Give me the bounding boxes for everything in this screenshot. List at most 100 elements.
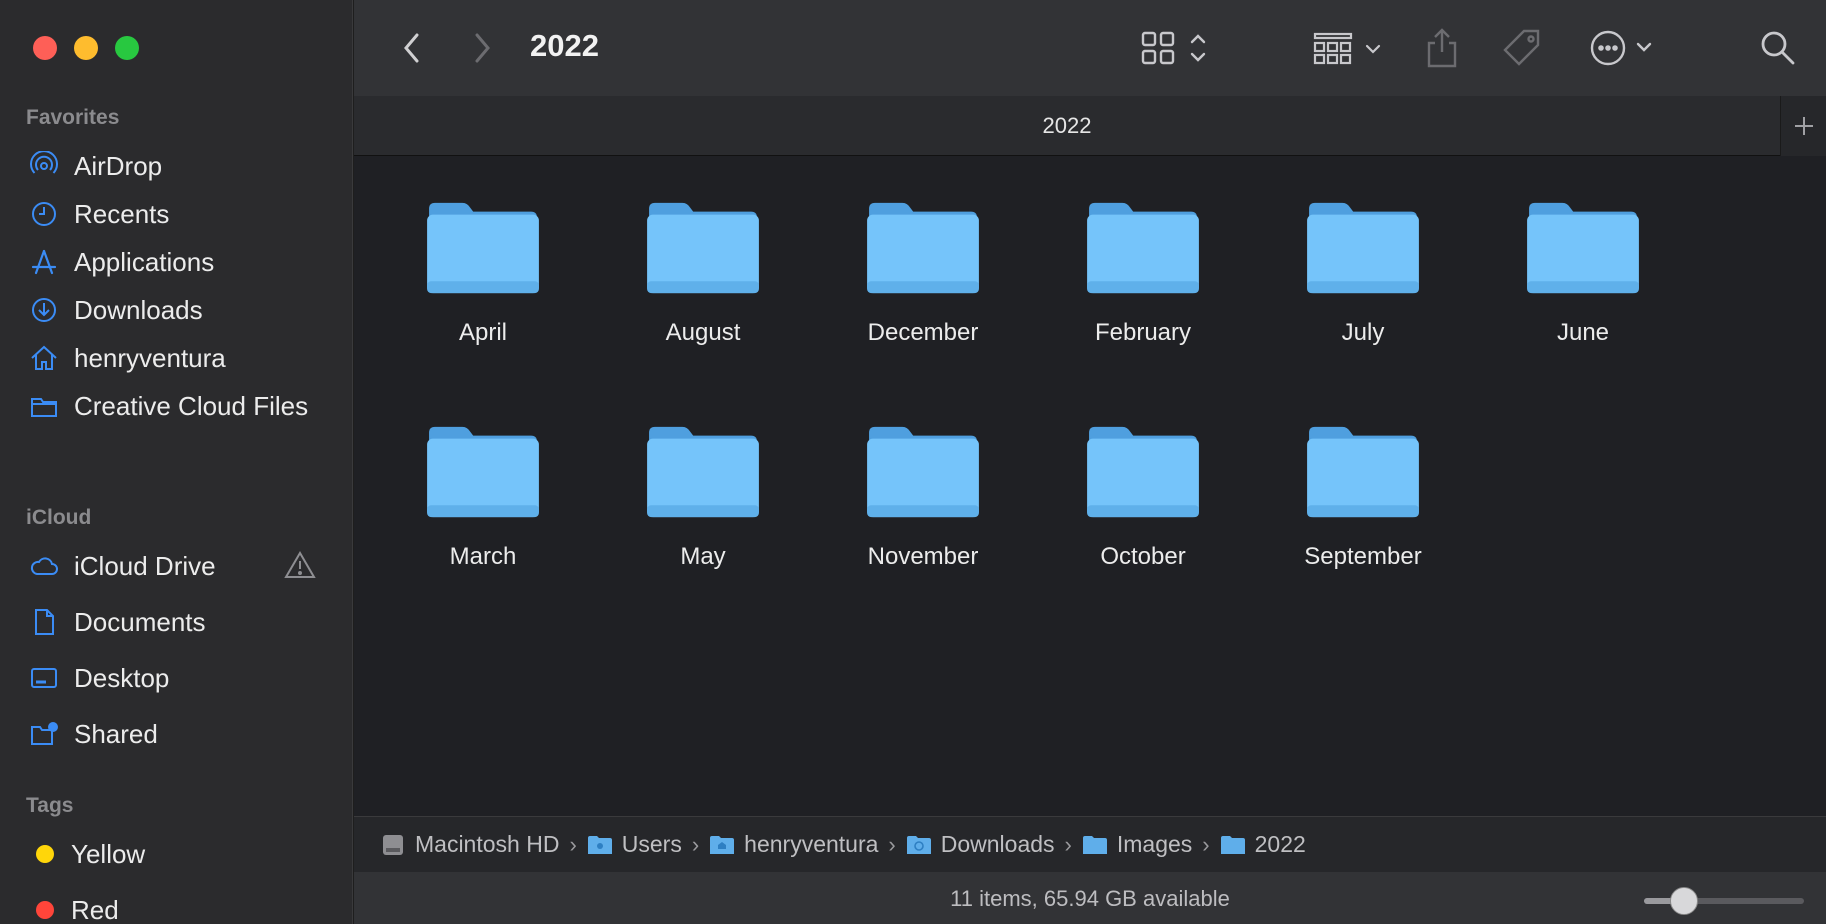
sidebar-item-label: iCloud Drive (74, 550, 216, 581)
folder-icon (587, 835, 612, 854)
path-separator-icon: › (1202, 831, 1210, 857)
folder-grid: April August December February July June… (354, 157, 1826, 816)
group-by-button[interactable] (1312, 26, 1388, 70)
folder-label: February (1094, 319, 1192, 346)
folder-item[interactable]: June (1483, 157, 1683, 347)
sidebar-item-label: AirDrop (74, 150, 163, 181)
tag-button[interactable] (1500, 26, 1544, 70)
path-item-users[interactable]: Users (587, 831, 682, 858)
folder-item[interactable]: February (1043, 157, 1243, 347)
sidebar-item-shared[interactable]: Shared (26, 712, 326, 756)
folder-item[interactable]: August (603, 157, 803, 347)
favorites-section-title: Favorites (26, 106, 120, 129)
sidebar-item-label: henryventura (74, 342, 226, 373)
sidebar-item-label: Applications (74, 246, 215, 277)
search-button[interactable] (1758, 26, 1798, 70)
forward-button[interactable] (462, 26, 502, 70)
path-item-label: Users (621, 831, 682, 857)
path-item-2022[interactable]: 2022 (1220, 831, 1306, 858)
desktop-icon (26, 662, 62, 694)
folder-icon (647, 426, 759, 518)
folder-item[interactable]: November (823, 381, 1023, 571)
folder-icon (26, 390, 62, 422)
folder-item[interactable]: May (603, 381, 803, 571)
folder-item[interactable]: March (383, 381, 583, 571)
view-mode-button[interactable] (1140, 26, 1216, 70)
folder-icon (427, 202, 539, 294)
sidebar-item-label: Recents (74, 198, 170, 229)
folder-icon (1527, 202, 1639, 294)
folder-item[interactable]: July (1263, 157, 1463, 347)
folder-icon (1307, 202, 1419, 294)
sidebar-item-downloads[interactable]: Downloads (26, 288, 326, 332)
sidebar-item-recents[interactable]: Recents (26, 192, 326, 236)
path-item-label: henryventura (744, 831, 879, 857)
close-window-button[interactable] (33, 36, 57, 60)
path-item-images[interactable]: Images (1082, 831, 1192, 858)
more-actions-button[interactable] (1588, 26, 1658, 70)
folder-label: April (458, 319, 507, 346)
folder-icon (867, 202, 979, 294)
sidebar-item-applications[interactable]: Applications (26, 240, 326, 284)
folder-label: March (449, 543, 517, 570)
new-tab-button[interactable] (1780, 96, 1826, 156)
folder-label: October (1100, 543, 1186, 570)
sidebar-item-label: Yellow (71, 838, 146, 869)
folder-item[interactable]: April (383, 157, 583, 347)
path-item-label: Images (1116, 831, 1193, 857)
applications-icon (26, 246, 62, 278)
home-folder-icon (710, 835, 735, 854)
path-bar: Macintosh HD › Users › henryventura › Do… (354, 816, 1826, 872)
path-separator-icon: › (1064, 831, 1072, 857)
sidebar-item-label: Downloads (74, 294, 203, 325)
download-icon (26, 294, 62, 326)
folder-label: August (665, 319, 741, 346)
path-item-henryventura[interactable]: henryventura (709, 831, 878, 858)
sidebar-item-tag-red[interactable]: Red (26, 888, 326, 924)
sidebar-item-documents[interactable]: Documents (26, 600, 326, 644)
window-title: 2022 (530, 28, 599, 63)
sidebar-item-tag-yellow[interactable]: Yellow (26, 832, 326, 876)
path-item-macintosh-hd[interactable]: Macintosh HD (380, 831, 559, 858)
sidebar-item-home[interactable]: henryventura (26, 336, 326, 380)
slider-knob[interactable] (1670, 887, 1698, 915)
sidebar-item-label: Desktop (74, 662, 170, 693)
sidebar-item-desktop[interactable]: Desktop (26, 656, 326, 700)
path-separator-icon: › (691, 831, 700, 857)
folder-item[interactable]: December (823, 157, 1023, 347)
path-item-label: 2022 (1254, 831, 1306, 857)
folder-label: September (1304, 543, 1422, 570)
sidebar-item-label: Documents (74, 606, 206, 637)
status-bar: 11 items, 65.94 GB available (354, 872, 1826, 924)
icon-size-slider[interactable] (1644, 887, 1804, 915)
window-controls (33, 36, 139, 60)
folder-icon (867, 426, 979, 518)
folder-item[interactable]: October (1043, 381, 1243, 571)
path-item-downloads[interactable]: Downloads (906, 831, 1055, 858)
sidebar-item-creative-cloud-files[interactable]: Creative Cloud Files (26, 384, 326, 428)
back-button[interactable] (392, 26, 432, 70)
folder-icon (1220, 835, 1245, 854)
sidebar-item-label: Red (71, 894, 119, 924)
tab-2022[interactable]: 2022 (354, 113, 1780, 139)
status-text: 11 items, 65.94 GB available (950, 886, 1230, 911)
warning-icon[interactable] (284, 550, 316, 587)
minimize-window-button[interactable] (74, 36, 98, 60)
sidebar-item-icloud-drive[interactable]: iCloud Drive (26, 544, 326, 588)
folder-item[interactable]: September (1263, 381, 1463, 571)
share-button[interactable] (1424, 26, 1460, 70)
path-separator-icon: › (569, 831, 577, 857)
folder-icon (1087, 426, 1199, 518)
airdrop-icon (26, 150, 62, 182)
path-item-label: Macintosh HD (415, 831, 560, 857)
zoom-window-button[interactable] (115, 36, 139, 60)
document-icon (26, 606, 62, 638)
sidebar-item-airdrop[interactable]: AirDrop (26, 144, 326, 188)
red-tag-dot-icon (36, 901, 54, 919)
path-separator-icon: › (888, 831, 896, 857)
tab-bar: 2022 (354, 96, 1826, 156)
home-icon (26, 342, 62, 374)
main-area: 2022 2022 April August December February… (354, 0, 1826, 924)
hard-drive-icon (383, 834, 403, 855)
folder-icon (1082, 835, 1107, 854)
